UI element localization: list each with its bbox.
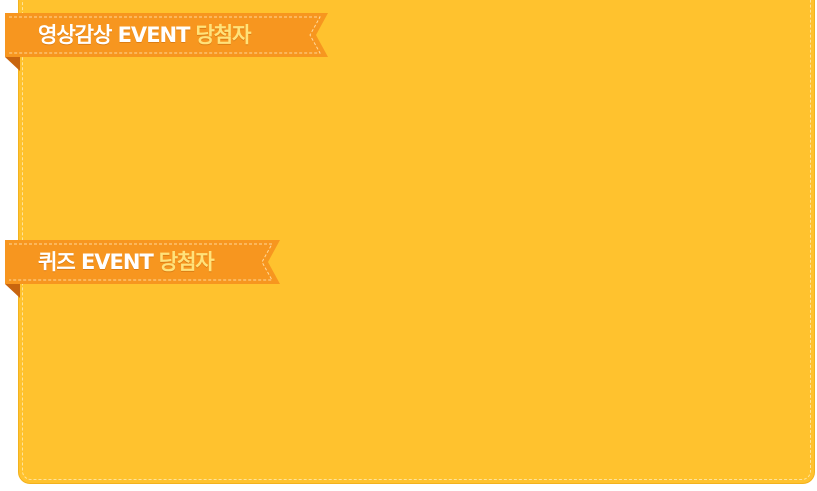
video-event-winners-label: 당첨자 (195, 23, 251, 47)
quiz-event-ribbon: 퀴즈 EVENT 당첨자 (0, 240, 282, 298)
quiz-event-title: 퀴즈 EVENT 당첨자 (38, 240, 215, 284)
quiz-event-winners-list (28, 297, 798, 467)
quiz-event-winners-label: 당첨자 (158, 250, 215, 274)
winners-board: 영상감상 EVENT 당첨자 퀴즈 EVENT 당첨자 (0, 0, 817, 491)
video-event-ribbon: 영상감상 EVENT 당첨자 (0, 13, 330, 71)
quiz-event-label: 퀴즈 EVENT (38, 250, 154, 274)
video-event-label: 영상감상 EVENT (38, 23, 190, 47)
video-event-title: 영상감상 EVENT 당첨자 (38, 13, 251, 57)
video-event-winners-list (28, 70, 798, 230)
